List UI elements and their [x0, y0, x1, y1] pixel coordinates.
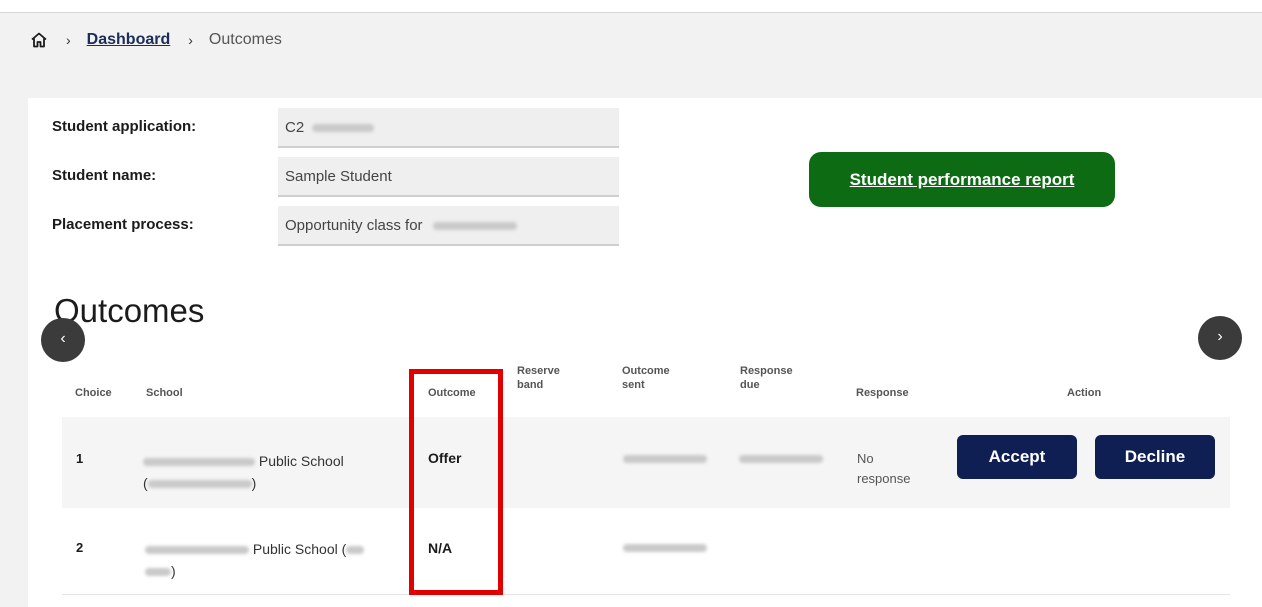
student-application-label: Student application:	[52, 118, 197, 135]
placement-process-value: Opportunity class for	[285, 217, 423, 234]
redacted-text	[346, 546, 365, 555]
column-header-reserve-band-line2: band	[517, 379, 544, 391]
redacted-text	[143, 458, 255, 467]
redacted-outcome-sent	[623, 455, 707, 463]
breadcrumb-current: Outcomes	[208, 31, 282, 48]
redacted-text	[145, 546, 249, 555]
outcome-column-highlight	[409, 369, 503, 595]
redacted-text	[432, 222, 517, 231]
row-response: No response	[857, 449, 910, 489]
school-name: Public School	[258, 453, 344, 469]
column-header-school: School	[146, 387, 183, 399]
redacted-outcome-sent	[623, 544, 707, 552]
decline-button[interactable]: Decline	[1095, 435, 1215, 479]
home-icon[interactable]	[30, 31, 48, 49]
column-header-outcome-sent-line1: Outcome	[622, 365, 670, 377]
accept-button[interactable]: Accept	[957, 435, 1077, 479]
student-performance-report-button[interactable]: Student performance report	[809, 152, 1115, 207]
chevron-left-icon[interactable]: ‹	[41, 318, 85, 362]
student-name-label: Student name:	[52, 167, 157, 184]
column-header-response-due-line2: due	[740, 379, 760, 391]
student-name-field: Sample Student	[278, 157, 619, 197]
row-response-line2: response	[857, 471, 911, 486]
column-header-response: Response	[856, 387, 909, 399]
column-header-choice: Choice	[75, 387, 112, 399]
school-suffix-open: (	[143, 475, 148, 491]
column-header-response-due-line1: Response	[740, 365, 793, 377]
school-suffix-close: )	[251, 475, 257, 491]
school-suffix-close: )	[171, 563, 176, 579]
breadcrumb-separator-icon: ›	[188, 32, 193, 48]
top-bar	[0, 0, 1262, 12]
redacted-text	[145, 568, 171, 577]
breadcrumb: › Dashboard › Outcomes	[30, 28, 282, 52]
column-header-outcome-sent: Outcome sent	[622, 364, 670, 392]
column-header-reserve-band: Reserve band	[517, 364, 560, 392]
breadcrumb-dashboard-link[interactable]: Dashboard	[87, 31, 171, 49]
student-application-value: C2	[285, 119, 305, 136]
breadcrumb-separator-icon: ›	[66, 32, 71, 48]
redacted-text	[312, 124, 375, 133]
redacted-response-due	[739, 455, 823, 463]
column-header-action: Action	[1067, 387, 1102, 399]
placement-process-field: Opportunity class for	[278, 206, 619, 246]
chevron-right-icon[interactable]: ›	[1198, 316, 1242, 360]
placement-process-label: Placement process:	[52, 216, 194, 233]
student-application-field: C2	[278, 108, 619, 148]
row-school: Public School ( )	[145, 538, 407, 582]
column-header-response-due: Response due	[740, 364, 793, 392]
row-choice: 1	[76, 451, 84, 466]
row-school: Public School ()	[143, 450, 403, 494]
column-header-outcome-sent-line2: sent	[622, 379, 645, 391]
redacted-text	[147, 480, 252, 489]
column-header-reserve-band-line1: Reserve	[517, 365, 560, 377]
school-name: Public School (	[252, 541, 347, 557]
row-choice: 2	[76, 540, 84, 555]
student-name-value: Sample Student	[285, 168, 392, 185]
row-response-line1: No	[857, 451, 874, 466]
